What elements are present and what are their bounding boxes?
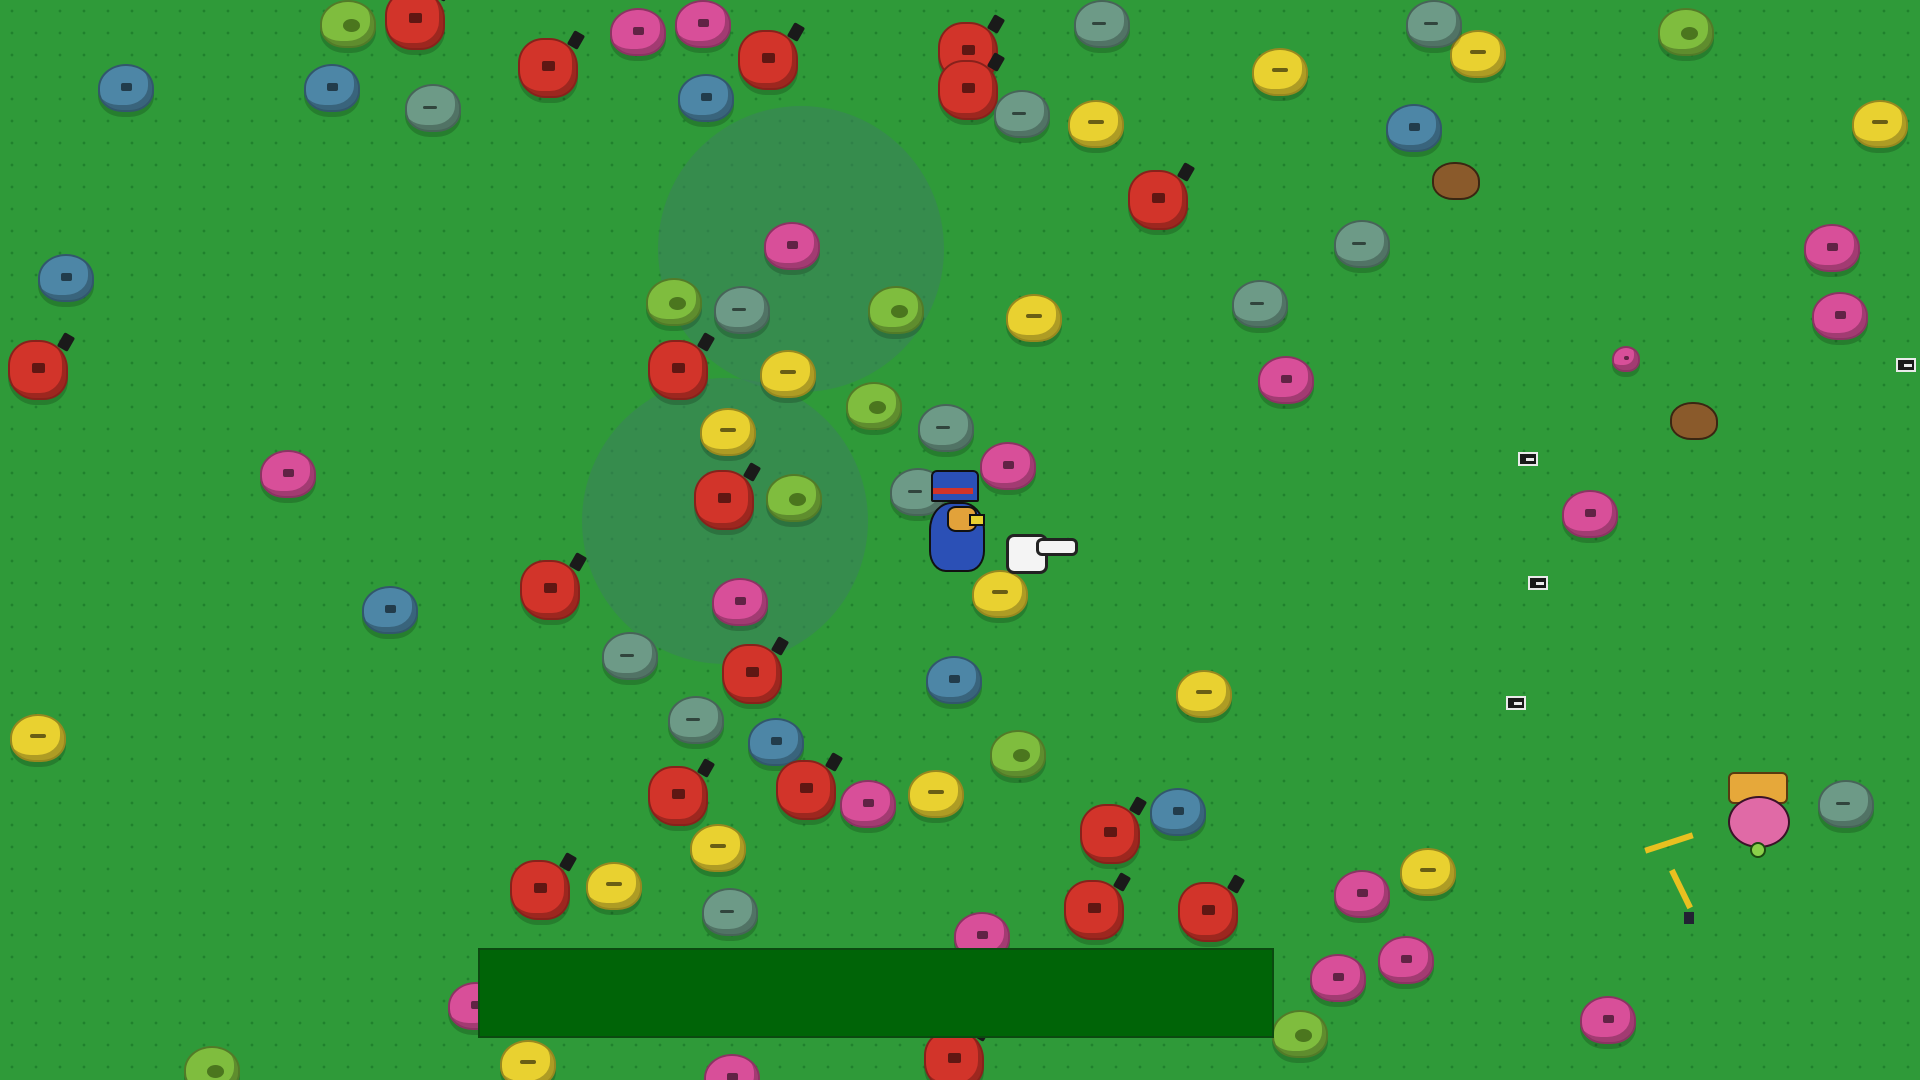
enemy-yellow	[500, 1040, 556, 1080]
enemy-slate	[702, 888, 758, 936]
enemy-slate	[668, 696, 724, 744]
enemy-blue	[362, 586, 418, 634]
enemy-pink	[704, 1054, 760, 1080]
boss-enemy	[1728, 796, 1790, 848]
enemy-slate	[994, 90, 1050, 138]
enemy-red	[1178, 882, 1238, 942]
shard-pickup-icon	[1896, 358, 1916, 372]
enemy-blue	[926, 656, 982, 704]
enemy-blue	[678, 74, 734, 122]
enemy-yellow	[700, 408, 756, 456]
enemy-red	[1064, 880, 1124, 940]
enemy-red	[520, 560, 580, 620]
enemy-yellow	[1852, 100, 1908, 148]
hand-finger	[1036, 538, 1078, 556]
enemy-red	[738, 30, 798, 90]
enemy-slate	[918, 404, 974, 452]
lightning-bolt-icon	[1640, 830, 1700, 930]
enemy-red	[694, 470, 754, 530]
player-character	[925, 470, 989, 574]
enemy-lime	[646, 278, 702, 326]
enemy-red	[938, 60, 998, 120]
enemy-slate	[1074, 0, 1130, 48]
enemy-yellow	[760, 350, 816, 398]
enemy-blue	[98, 64, 154, 112]
enemy-blue	[1150, 788, 1206, 836]
enemy-red	[722, 644, 782, 704]
enemy-yellow	[10, 714, 66, 762]
enemy-red	[648, 340, 708, 400]
enemy-red	[1128, 170, 1188, 230]
enemy-yellow	[1400, 848, 1456, 896]
enemy-pink	[675, 0, 731, 48]
player-beak	[969, 514, 985, 526]
dialog-bar	[478, 948, 1274, 1038]
enemy-yellow	[908, 770, 964, 818]
enemy-red	[385, 0, 445, 50]
enemy-pink	[840, 780, 896, 828]
enemy-pink	[1378, 936, 1434, 984]
enemy-pink-small	[1612, 346, 1640, 372]
enemy-slate	[1818, 780, 1874, 828]
enemy-red	[1080, 804, 1140, 864]
enemy-slate	[1406, 0, 1462, 48]
enemy-blue	[38, 254, 94, 302]
enemy-pink	[1258, 356, 1314, 404]
enemy-red	[518, 38, 578, 98]
enemy-pink	[712, 578, 768, 626]
shard-pickup-icon	[1518, 452, 1538, 466]
enemy-slate	[405, 84, 461, 132]
player-hat-band	[933, 488, 973, 494]
enemy-blue	[748, 718, 804, 766]
enemy-pink	[1812, 292, 1868, 340]
player-hat	[931, 470, 979, 502]
enemy-pink	[260, 450, 316, 498]
enemy-lime	[1272, 1010, 1328, 1058]
enemy-pink	[1804, 224, 1860, 272]
enemy-yellow	[690, 824, 746, 872]
enemy-blue	[1386, 104, 1442, 152]
shard-pickup-icon	[1528, 576, 1548, 590]
rock-icon	[1432, 162, 1480, 200]
enemy-pink	[1334, 870, 1390, 918]
enemy-slate	[602, 632, 658, 680]
enemy-pink	[610, 8, 666, 56]
enemy-lime	[990, 730, 1046, 778]
enemy-pink	[764, 222, 820, 270]
enemy-lime	[320, 0, 376, 48]
enemy-red	[776, 760, 836, 820]
enemy-slate	[714, 286, 770, 334]
enemy-pink	[1580, 996, 1636, 1044]
enemy-yellow	[1006, 294, 1062, 342]
enemy-red	[648, 766, 708, 826]
enemy-lime	[1658, 8, 1714, 56]
gem-icon	[1750, 842, 1766, 858]
enemy-lime	[868, 286, 924, 334]
enemy-yellow	[1176, 670, 1232, 718]
enemy-lime	[766, 474, 822, 522]
enemy-red	[8, 340, 68, 400]
enemy-pink	[1562, 490, 1618, 538]
shard-pickup-icon	[1506, 696, 1526, 710]
enemy-lime	[184, 1046, 240, 1080]
enemy-pink	[1310, 954, 1366, 1002]
enemy-slate	[1232, 280, 1288, 328]
enemy-yellow	[1252, 48, 1308, 96]
enemy-lime	[846, 382, 902, 430]
pointing-hand-icon	[1000, 520, 1078, 580]
enemy-blue	[304, 64, 360, 112]
enemy-slate	[1334, 220, 1390, 268]
enemy-yellow	[1068, 100, 1124, 148]
enemy-red	[510, 860, 570, 920]
enemy-yellow	[586, 862, 642, 910]
rock-icon	[1670, 402, 1718, 440]
